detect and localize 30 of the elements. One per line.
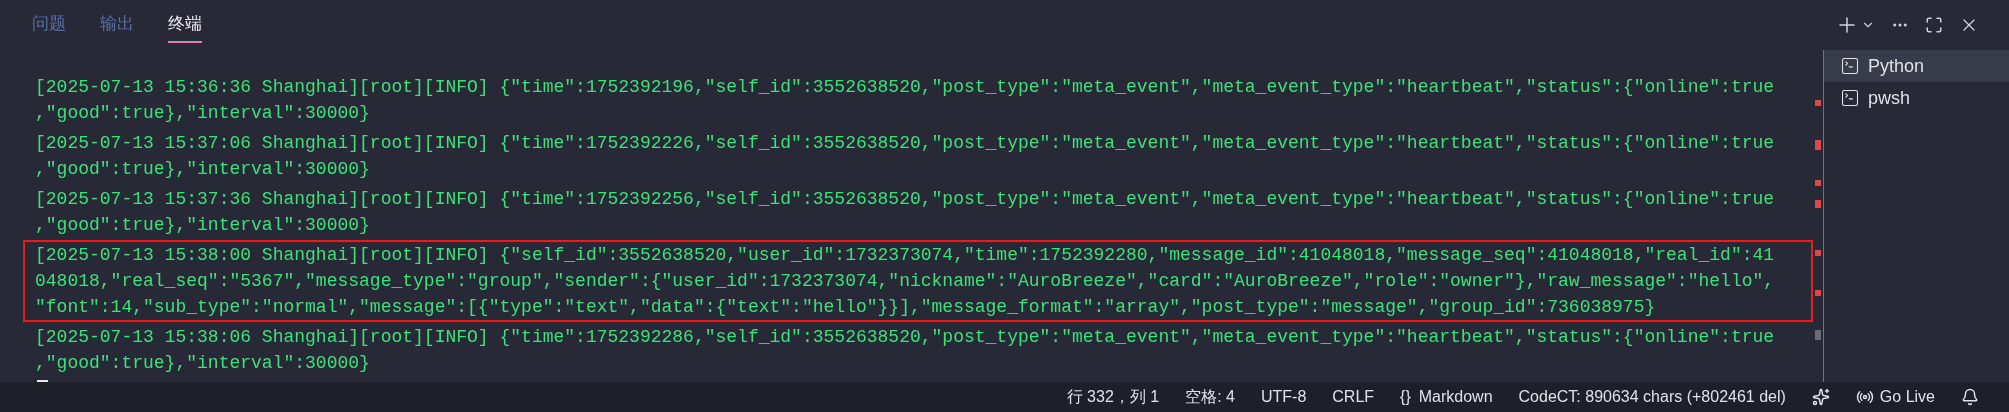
terminal-icon: [1840, 56, 1860, 76]
status-item[interactable]: CodeCT: 890634 chars (+802461 del): [1518, 385, 1786, 409]
status-item[interactable]: Markdown: [1418, 385, 1493, 409]
braces-icon[interactable]: {}: [1400, 385, 1411, 409]
terminal-name: Python: [1868, 54, 1925, 78]
status-item[interactable]: 行 332，列 1: [1066, 385, 1160, 409]
terminal-line: ,"good":true},"interval":30000}: [35, 352, 370, 375]
broadcast-icon[interactable]: [1855, 388, 1874, 406]
terminal-line: [2025-07-13 15:37:36 Shanghai][root][INFO] {"time":1752392256,"self_id":3552638520,"post_type":"meta_event","meta_event_type":"heartbeat","status":{"online":true: [35, 188, 1775, 211]
terminal-line: 048018,"real_seq":"5367","message_type":"group","sender":{"user_id":1732373074,"nickname":"AuroBreeze","card":"AuroBreeze","role":"owner"},"raw_message":"hello",: [35, 270, 1775, 293]
copilot-icon[interactable]: [1811, 388, 1830, 406]
terminal-name: pwsh: [1868, 86, 1911, 110]
terminal-icon: [1840, 88, 1860, 108]
maximize-icon[interactable]: [1925, 16, 1943, 34]
status-item[interactable]: 空格: 4: [1185, 385, 1235, 409]
status-item[interactable]: CRLF: [1332, 385, 1375, 409]
status-item[interactable]: Go Live: [1879, 385, 1935, 409]
terminal-line: [2025-07-13 15:37:06 Shanghai][root][INFO] {"time":1752392226,"self_id":3552638520,"post_type":"meta_event","meta_event_type":"heartbeat","status":{"online":true: [35, 132, 1775, 155]
panel-tab[interactable]: 终端: [168, 7, 202, 43]
terminal-line: ,"good":true},"interval":30000}: [35, 102, 370, 125]
terminal-list-item[interactable]: pwsh: [1824, 82, 2009, 114]
status-item[interactable]: UTF-8: [1260, 385, 1307, 409]
terminal-line: ,"good":true},"interval":30000}: [35, 158, 370, 181]
terminal-line: [2025-07-13 15:38:06 Shanghai][root][INFO] {"time":1752392286,"self_id":3552638520,"post_type":"meta_event","meta_event_type":"heartbeat","status":{"online":true: [35, 326, 1775, 349]
notification-icon[interactable]: [1961, 388, 1979, 406]
terminal-line: "font":14,"sub_type":"normal","message":[{"type":"text","data":{"text":"hello"}}],"message_format":"array","post_type":"message","group_id":736038975}: [35, 296, 1656, 319]
terminal-list-item[interactable]: Python: [1824, 50, 2009, 82]
terminal-line: [2025-07-13 15:36:36 Shanghai][root][INFO] {"time":1752392196,"self_id":3552638520,"post_type":"meta_event","meta_event_type":"heartbeat","status":{"online":true: [35, 76, 1775, 99]
terminal-line: [2025-07-13 15:38:00 Shanghai][root][INFO] {"self_id":3552638520,"user_id":1732373074,"time":1752392280,"message_id":41048018,"message_seq":41048018,"real_id":41: [35, 244, 1775, 267]
terminal-line: ,"good":true},"interval":30000}: [35, 214, 370, 237]
